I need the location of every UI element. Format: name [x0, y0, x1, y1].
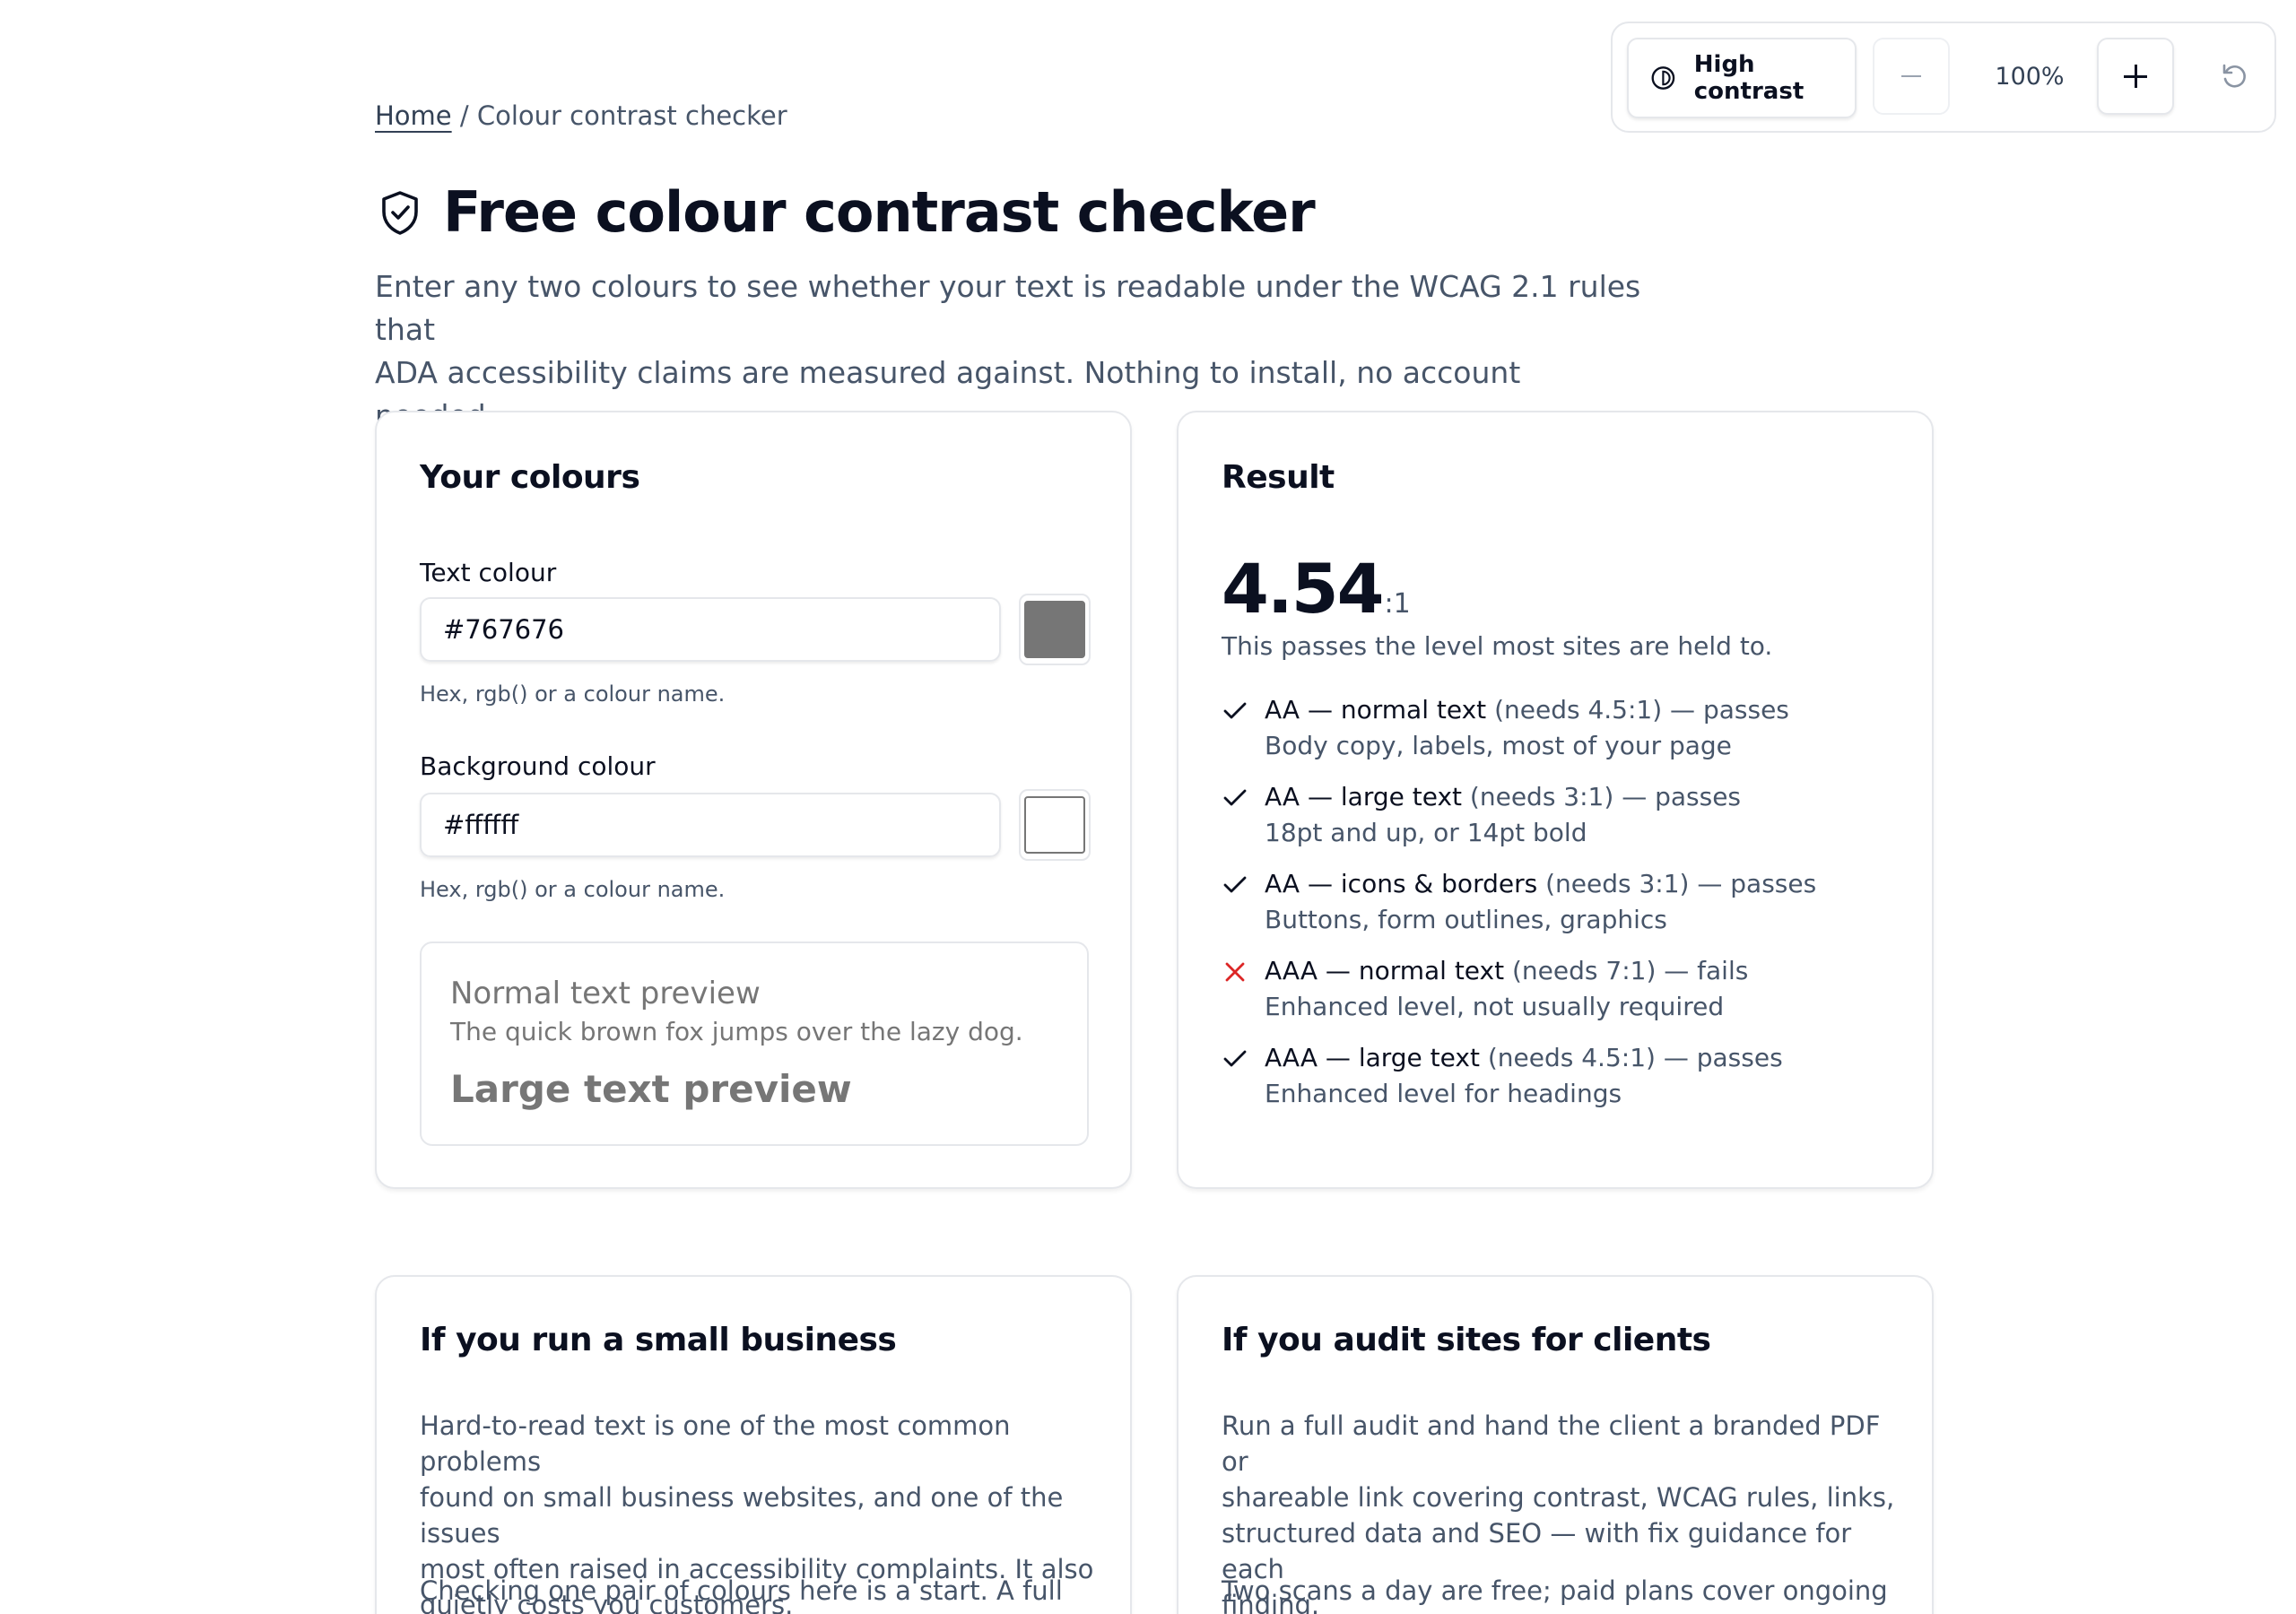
minus-icon [1901, 75, 1921, 77]
text-colour-input[interactable]: #767676 [420, 597, 1001, 662]
reset-zoom-button[interactable] [2196, 38, 2273, 115]
text-colour-swatch [1024, 601, 1085, 658]
contrast-ratio-value: 4.54 [1222, 549, 1385, 629]
card-paragraph: Checking one pair of colours here is a s… [420, 1575, 1063, 1614]
check-name: AAA — large text [1265, 1043, 1480, 1072]
small-business-card: If you run a small business Hard-to-read… [375, 1275, 1132, 1614]
background-colour-label: Background colour [420, 751, 656, 781]
check-description: Buttons, form outlines, graphics [1265, 905, 1667, 934]
check-detail: (needs 3:1) — passes [1462, 782, 1742, 811]
background-colour-swatch [1024, 796, 1085, 854]
check-description: 18pt and up, or 14pt bold [1265, 818, 1587, 847]
paragraph-line: found on small business websites, and on… [420, 1482, 1064, 1549]
large-text-preview: Large text preview [450, 1067, 852, 1111]
high-contrast-label: High contrast [1693, 51, 1805, 105]
background-colour-input[interactable]: #ffffff [420, 793, 1001, 857]
check-item: AA — large text (needs 3:1) — passes 18p… [1222, 779, 1885, 866]
check-icon [1223, 876, 1247, 893]
text-colour-label: Text colour [420, 558, 557, 587]
text-preview: Normal text preview The quick brown fox … [420, 941, 1089, 1146]
paragraph-line: Hard-to-read text is one of the most com… [420, 1410, 1011, 1477]
zoom-out-button[interactable] [1873, 38, 1950, 115]
check-item: AAA — normal text (needs 7:1) — fails En… [1222, 953, 1885, 1040]
card-title: Your colours [420, 459, 640, 496]
check-item: AAA — large text (needs 4.5:1) — passes … [1222, 1040, 1885, 1127]
check-name: AA — large text [1265, 782, 1463, 811]
card-title: If you run a small business [420, 1322, 897, 1358]
result-verdict: This passes the level most sites are hel… [1222, 631, 1773, 661]
check-description: Enhanced level for headings [1265, 1079, 1622, 1108]
intro-line: Enter any two colours to see whether you… [375, 269, 1641, 347]
text-colour-hint: Hex, rgb() or a colour name. [420, 681, 726, 707]
check-name: AAA — normal text [1265, 956, 1505, 985]
plus-icon [2124, 65, 2147, 88]
paragraph-line: shareable link covering contrast, WCAG r… [1222, 1482, 1895, 1513]
card-paragraph: Two scans a day are free; paid plans cov… [1222, 1575, 1888, 1606]
breadcrumb-home-link[interactable]: Home [375, 100, 452, 131]
page: High contrast 100% Home / Colour contras… [0, 0, 2296, 1614]
client-audit-card: If you audit sites for clients Run a ful… [1177, 1275, 1934, 1614]
page-header: Free colour contrast checker [375, 179, 1316, 245]
page-title: Free colour contrast checker [443, 179, 1316, 245]
contrast-icon [1651, 66, 1675, 90]
paragraph-line: Run a full audit and hand the client a b… [1222, 1410, 1881, 1477]
breadcrumb-current: Colour contrast checker [476, 100, 787, 131]
shield-check-icon [382, 190, 418, 235]
check-detail: (needs 4.5:1) — passes [1486, 695, 1789, 725]
check-name: AA — normal text [1265, 695, 1487, 725]
text-colour-swatch-button[interactable] [1019, 594, 1091, 665]
background-colour-hint: Hex, rgb() or a colour name. [420, 877, 726, 902]
card-title: If you audit sites for clients [1222, 1322, 1711, 1358]
check-item: AA — icons & borders (needs 3:1) — passe… [1222, 866, 1885, 953]
check-name: AA — icons & borders [1265, 869, 1538, 898]
check-detail: (needs 7:1) — fails [1504, 956, 1749, 985]
wcag-checks-list: AA — normal text (needs 4.5:1) — passes … [1222, 692, 1885, 1127]
normal-text-preview-body: The quick brown fox jumps over the lazy … [450, 1017, 1023, 1046]
check-item: AA — normal text (needs 4.5:1) — passes … [1222, 692, 1885, 779]
cross-icon [1225, 962, 1245, 982]
colours-card: Your colours Text colour #767676 Hex, rg… [375, 411, 1132, 1189]
check-description: Enhanced level, not usually required [1265, 992, 1725, 1021]
zoom-in-button[interactable] [2097, 38, 2174, 115]
accessibility-toolbar: High contrast 100% [1611, 22, 2276, 133]
zoom-level: 100% [1995, 62, 2065, 91]
check-icon [1223, 789, 1247, 806]
card-title: Result [1222, 459, 1335, 496]
check-icon [1223, 1050, 1247, 1067]
reset-icon [2222, 64, 2246, 88]
high-contrast-button[interactable]: High contrast [1627, 38, 1857, 118]
check-description: Body copy, labels, most of your page [1265, 731, 1732, 760]
breadcrumb: Home / Colour contrast checker [375, 100, 787, 131]
check-detail: (needs 4.5:1) — passes [1479, 1043, 1783, 1072]
check-icon [1223, 702, 1247, 719]
contrast-ratio-suffix: :1 [1384, 588, 1411, 620]
background-colour-swatch-button[interactable] [1019, 789, 1091, 861]
contrast-ratio: 4.54 :1 [1222, 549, 1411, 629]
check-detail: (needs 3:1) — passes [1537, 869, 1817, 898]
normal-text-preview-heading: Normal text preview [450, 976, 761, 1011]
breadcrumb-separator: / [459, 100, 469, 131]
result-card: Result 4.54 :1 This passes the level mos… [1177, 411, 1934, 1189]
